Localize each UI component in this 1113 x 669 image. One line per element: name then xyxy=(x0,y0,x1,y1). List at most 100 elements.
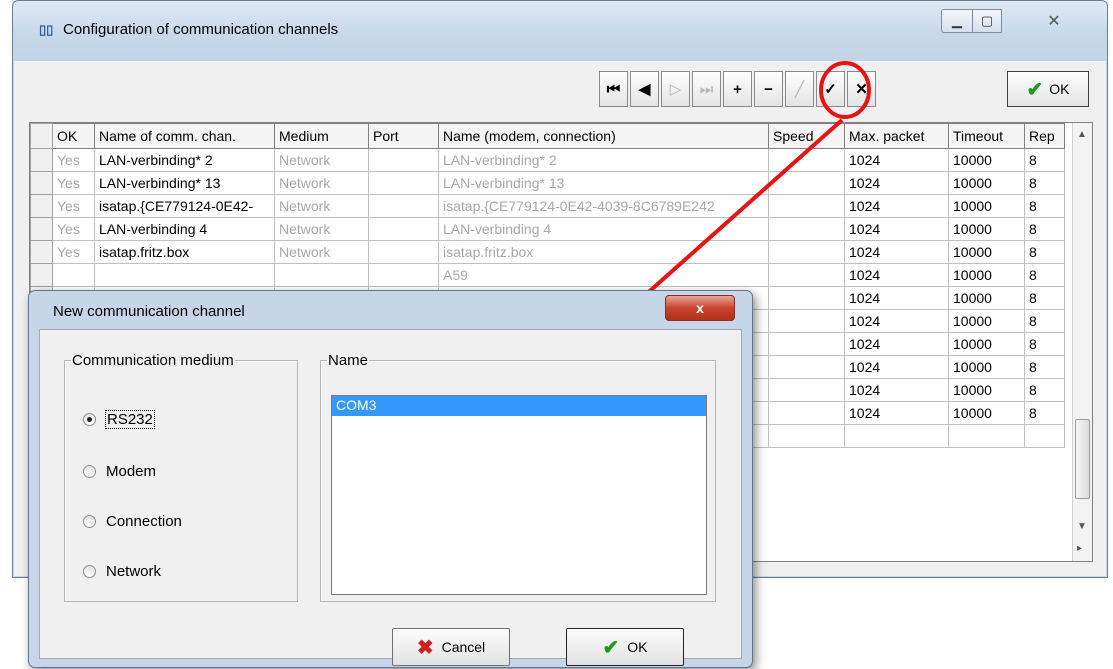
table-cell[interactable]: Network xyxy=(274,194,369,218)
column-header[interactable]: Medium xyxy=(274,123,369,149)
table-row[interactable]: A59 1024 10000 8 xyxy=(30,263,1065,287)
table-cell[interactable]: Yes xyxy=(52,240,95,264)
title-bar[interactable]: ▯▯ Configuration of communication channe… xyxy=(13,1,1107,61)
column-header[interactable]: Max. packet xyxy=(844,123,949,149)
delete-record-button[interactable]: − xyxy=(754,71,783,107)
table-cell[interactable]: LAN-verbinding* 2 xyxy=(94,148,275,172)
next-record-button[interactable]: ▷ xyxy=(661,71,690,107)
prior-record-button[interactable]: ◀ xyxy=(630,71,659,107)
table-cell[interactable]: 10000 xyxy=(948,309,1025,333)
table-cell[interactable] xyxy=(368,171,439,195)
column-header[interactable]: OK xyxy=(52,123,95,149)
radio-icon[interactable] xyxy=(83,515,96,528)
table-cell[interactable]: 8 xyxy=(1024,171,1065,195)
table-cell[interactable]: Yes xyxy=(52,171,95,195)
scrollbar-thumb[interactable] xyxy=(1075,419,1090,499)
table-cell[interactable]: isatap.fritz.box xyxy=(438,240,769,264)
table-cell[interactable]: 1024 xyxy=(844,378,949,402)
table-cell[interactable]: 8 xyxy=(1024,286,1065,310)
column-header[interactable]: Name (modem, connection) xyxy=(438,123,769,149)
table-cell[interactable] xyxy=(768,263,845,287)
scroll-right-icon[interactable]: ▸ xyxy=(1077,543,1082,554)
table-cell[interactable]: isatap.{CE779124-0E42-4039-8C6789E242 xyxy=(438,194,769,218)
table-cell[interactable]: Yes xyxy=(52,217,95,241)
table-row[interactable]: Yes isatap.fritz.box Network isatap.fritz.b… xyxy=(30,240,1065,264)
table-cell[interactable]: 8 xyxy=(1024,378,1065,402)
table-cell[interactable]: 8 xyxy=(1024,355,1065,379)
table-cell[interactable]: 10000 xyxy=(948,148,1025,172)
insert-record-button[interactable]: + xyxy=(723,71,752,107)
table-cell[interactable]: 10000 xyxy=(948,355,1025,379)
column-header[interactable]: Port xyxy=(368,123,439,149)
table-cell[interactable]: Network xyxy=(274,240,369,264)
table-cell[interactable]: 10000 xyxy=(948,401,1025,425)
list-item[interactable]: COM3 xyxy=(332,396,706,416)
table-cell[interactable] xyxy=(844,424,949,448)
row-indicator[interactable] xyxy=(30,148,53,172)
table-cell[interactable]: LAN-verbinding* 13 xyxy=(94,171,275,195)
cancel-button[interactable]: ✖ Cancel xyxy=(392,628,510,666)
table-cell[interactable]: isatap.{CE779124-0E42- xyxy=(94,194,275,218)
table-cell[interactable]: 1024 xyxy=(844,355,949,379)
table-cell[interactable]: LAN-verbinding 4 xyxy=(438,217,769,241)
radio-icon[interactable] xyxy=(83,565,96,578)
table-cell[interactable] xyxy=(768,424,845,448)
last-record-button[interactable]: ⏭ xyxy=(692,71,721,107)
table-cell[interactable]: 1024 xyxy=(844,263,949,287)
table-cell[interactable]: 8 xyxy=(1024,148,1065,172)
column-header[interactable]: Timeout xyxy=(948,123,1025,149)
table-cell[interactable]: Yes xyxy=(52,194,95,218)
table-cell[interactable] xyxy=(768,217,845,241)
table-cell[interactable]: LAN-verbinding* 13 xyxy=(438,171,769,195)
table-cell[interactable] xyxy=(368,148,439,172)
radio-icon[interactable] xyxy=(83,465,96,478)
table-cell[interactable] xyxy=(768,194,845,218)
table-cell[interactable] xyxy=(948,424,1025,448)
table-row[interactable]: Yes isatap.{CE779124-0E42- Network isatap.{… xyxy=(30,194,1065,218)
row-indicator[interactable] xyxy=(30,194,53,218)
table-cell[interactable]: 1024 xyxy=(844,332,949,356)
close-button[interactable]: ✕ xyxy=(1023,9,1085,33)
cancel-edit-button[interactable]: ✕ xyxy=(847,71,876,107)
table-cell[interactable]: 10000 xyxy=(948,332,1025,356)
table-cell[interactable] xyxy=(768,309,845,333)
radio-modem[interactable]: Modem xyxy=(83,463,156,480)
table-cell[interactable] xyxy=(768,240,845,264)
row-indicator[interactable] xyxy=(30,263,53,287)
table-cell[interactable]: 1024 xyxy=(844,171,949,195)
table-cell[interactable]: 8 xyxy=(1024,217,1065,241)
table-cell[interactable] xyxy=(1024,424,1065,448)
table-cell[interactable]: Yes xyxy=(52,148,95,172)
table-cell[interactable]: 1024 xyxy=(844,286,949,310)
first-record-button[interactable]: ⏮ xyxy=(599,71,628,107)
table-cell[interactable]: A59 xyxy=(438,263,769,287)
maximize-button[interactable]: ▢ xyxy=(972,9,1002,33)
scroll-down-icon[interactable]: ▼ xyxy=(1077,521,1087,532)
table-cell[interactable]: 8 xyxy=(1024,332,1065,356)
ok-button-top[interactable]: ✔ OK xyxy=(1007,71,1089,107)
radio-selected-icon[interactable] xyxy=(83,413,96,426)
table-cell[interactable]: 8 xyxy=(1024,263,1065,287)
vertical-scrollbar[interactable]: ▲ ▼ ▸ xyxy=(1072,123,1092,561)
column-header[interactable]: Name of comm. chan. xyxy=(94,123,275,149)
row-indicator[interactable] xyxy=(30,240,53,264)
name-listbox[interactable]: COM3 xyxy=(331,395,707,595)
table-cell[interactable]: 10000 xyxy=(948,217,1025,241)
table-cell[interactable]: 10000 xyxy=(948,171,1025,195)
table-cell[interactable] xyxy=(52,263,95,287)
table-cell[interactable]: 8 xyxy=(1024,309,1065,333)
table-cell[interactable] xyxy=(768,355,845,379)
edit-record-button[interactable]: ╱ xyxy=(785,71,814,107)
table-cell[interactable]: 1024 xyxy=(844,240,949,264)
ok-button[interactable]: ✔ OK xyxy=(566,628,684,666)
post-edit-button[interactable]: ✓ xyxy=(816,71,845,107)
table-cell[interactable]: 1024 xyxy=(844,401,949,425)
radio-rs232[interactable]: RS232 xyxy=(83,410,155,429)
row-indicator[interactable] xyxy=(30,217,53,241)
table-cell[interactable] xyxy=(368,240,439,264)
table-cell[interactable] xyxy=(768,378,845,402)
table-cell[interactable]: 10000 xyxy=(948,194,1025,218)
table-cell[interactable]: 10000 xyxy=(948,263,1025,287)
table-row[interactable]: Yes LAN-verbinding* 13 Network LAN-verbindi… xyxy=(30,171,1065,195)
scroll-up-icon[interactable]: ▲ xyxy=(1077,129,1087,140)
